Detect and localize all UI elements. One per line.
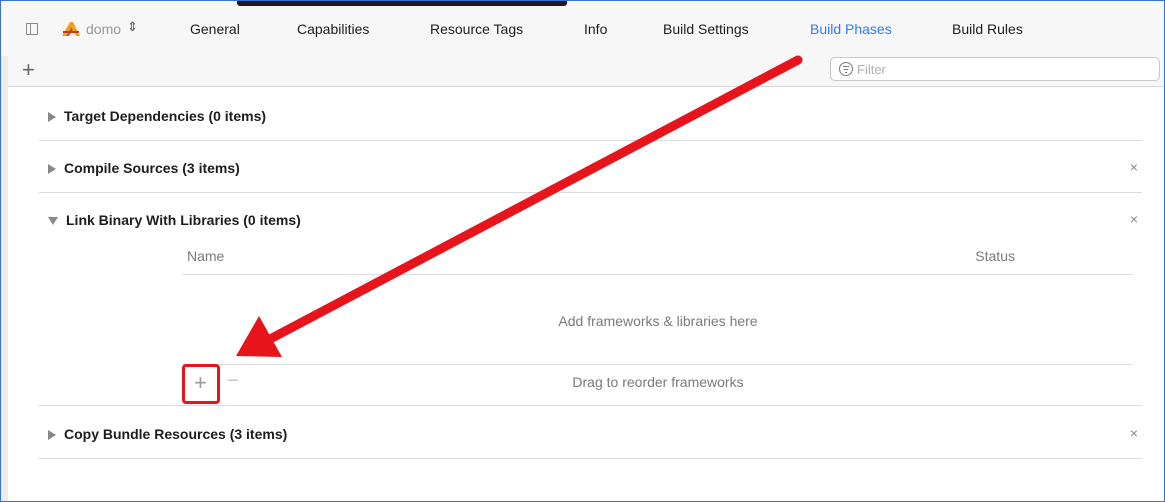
phase-header[interactable]: Compile Sources (3 items): [48, 160, 240, 176]
sidebar-toggle-icon[interactable]: [26, 23, 38, 35]
remove-phase-button[interactable]: ×: [1130, 159, 1138, 175]
phase-target-dependencies: Target Dependencies (0 items): [39, 88, 1142, 141]
chevron-updown-icon[interactable]: ⇕: [127, 19, 138, 35]
reorder-hint: Drag to reorder frameworks: [572, 374, 744, 390]
tab-bar: domo ⇕ General Capabilities Resource Tag…: [0, 0, 1165, 57]
tab-build-rules[interactable]: Build Rules: [952, 21, 1023, 37]
disclosure-triangle-icon[interactable]: [48, 430, 56, 441]
phase-header[interactable]: Copy Bundle Resources (3 items): [48, 426, 287, 442]
phase-title: Copy Bundle Resources (3 items): [64, 426, 288, 442]
disclosure-triangle-icon[interactable]: [48, 217, 58, 226]
column-header-name[interactable]: Name: [187, 248, 224, 264]
window-edge-shadow: [237, 0, 567, 6]
tab-capabilities[interactable]: Capabilities: [297, 21, 369, 37]
libraries-divider: [183, 364, 1133, 365]
tab-general[interactable]: General: [190, 21, 240, 37]
phase-title: Target Dependencies (0 items): [64, 108, 267, 124]
remove-phase-button[interactable]: ×: [1130, 211, 1138, 227]
phase-header[interactable]: Target Dependencies (0 items): [48, 108, 266, 124]
phase-copy-bundle-resources: Copy Bundle Resources (3 items) ×: [39, 406, 1142, 459]
phase-toolbar: +: [0, 56, 1165, 87]
disclosure-triangle-icon[interactable]: [48, 164, 56, 175]
phase-compile-sources: Compile Sources (3 items) ×: [39, 140, 1142, 193]
filter-input[interactable]: [857, 60, 1147, 78]
tab-info[interactable]: Info: [584, 21, 607, 37]
column-header-status[interactable]: Status: [975, 248, 1015, 264]
filter-field[interactable]: [830, 57, 1160, 81]
tab-resource-tags[interactable]: Resource Tags: [430, 21, 523, 37]
window-left-edge: [0, 56, 8, 502]
target-name[interactable]: domo: [86, 21, 121, 37]
phase-header[interactable]: Link Binary With Libraries (0 items): [48, 212, 301, 228]
filter-icon: [839, 62, 853, 76]
libraries-table-header: Name Status: [183, 242, 1133, 275]
tab-build-phases[interactable]: Build Phases: [810, 21, 892, 37]
app-target-icon: [62, 22, 80, 36]
libraries-empty-message: Add frameworks & libraries here: [558, 313, 758, 329]
tab-build-settings[interactable]: Build Settings: [663, 21, 749, 37]
remove-phase-button[interactable]: ×: [1130, 425, 1138, 441]
add-build-phase-button[interactable]: +: [22, 58, 35, 82]
phase-title: Compile Sources (3 items): [64, 160, 240, 176]
disclosure-triangle-icon[interactable]: [48, 112, 56, 123]
phase-title: Link Binary With Libraries (0 items): [66, 212, 301, 228]
